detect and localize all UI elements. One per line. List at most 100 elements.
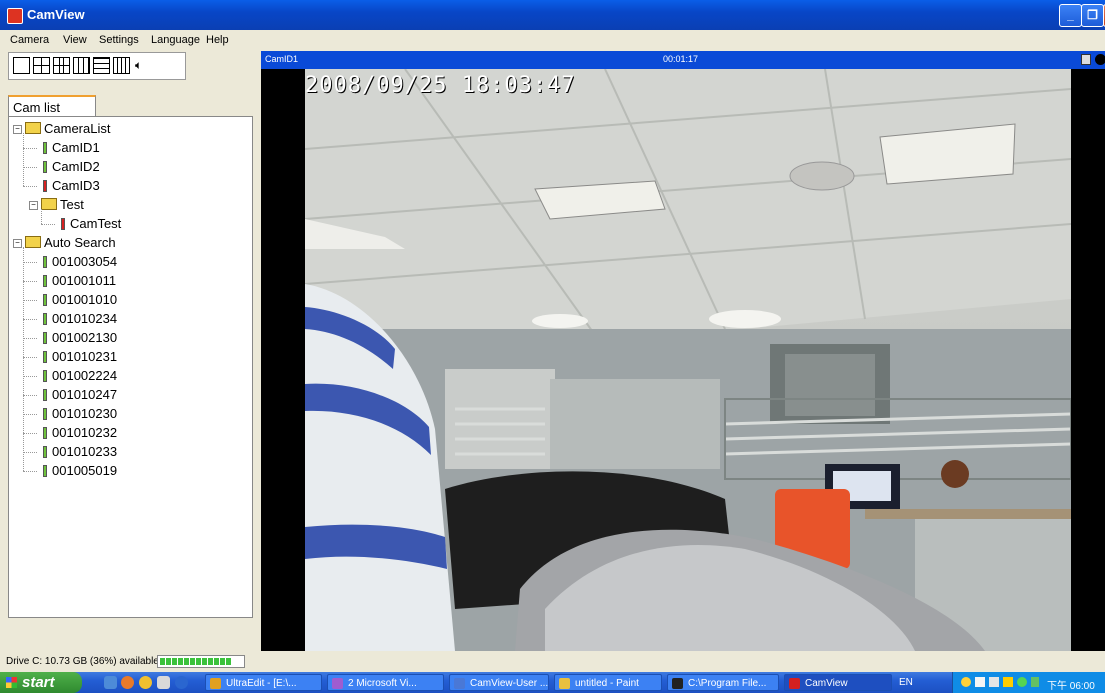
tray-volume-icon[interactable] [1003, 677, 1013, 687]
quicklaunch-icon-3[interactable] [157, 676, 170, 689]
tree-item-camera[interactable]: 001010233 [43, 443, 117, 461]
tree-item-label: CamID1 [52, 140, 100, 155]
snapshot-icon[interactable] [1081, 54, 1091, 65]
tree-expander[interactable]: − [13, 239, 22, 248]
camera-online-icon [43, 332, 47, 344]
camview-app-icon[interactable] [7, 8, 23, 24]
camera-offline-icon [43, 180, 47, 192]
tree-folder-label: Auto Search [44, 235, 116, 250]
tree-item-label: 001002130 [52, 330, 118, 345]
camera-scene [305, 69, 1071, 651]
camera-online-icon [43, 161, 47, 173]
tray-icon-2[interactable] [989, 677, 999, 687]
menu-view[interactable]: View [63, 34, 87, 46]
layout-16-icon[interactable] [113, 57, 130, 74]
task-label: untitled - Paint [575, 678, 639, 689]
folder-icon [41, 198, 57, 210]
tree-connector [23, 452, 37, 453]
taskbar: start UltraEdit - [E:\... 2 Microsoft Vi.… [0, 672, 1105, 693]
tray-mail-icon[interactable] [975, 677, 985, 687]
taskbar-button[interactable]: C:\Program File... [667, 674, 779, 691]
camera-online-icon [43, 427, 47, 439]
tree-item-label: 001010231 [52, 349, 118, 364]
record-icon[interactable] [1095, 54, 1105, 65]
quicklaunch-icon-2[interactable] [139, 676, 152, 689]
layout-6-icon[interactable] [53, 57, 70, 74]
menu-settings[interactable]: Settings [99, 34, 139, 46]
tree-item-camera[interactable]: 001003054 [43, 253, 117, 271]
tree-connector [23, 167, 37, 168]
start-button[interactable]: start [0, 672, 82, 693]
tree-folder[interactable]: Auto Search [25, 234, 116, 252]
tray-icon-1[interactable] [961, 677, 971, 687]
tree-item-camera[interactable]: 001010232 [43, 424, 117, 442]
menu-help[interactable]: Help [206, 34, 229, 46]
tree-connector [41, 209, 42, 224]
camera-online-icon [43, 389, 47, 401]
tree-connector [23, 262, 37, 263]
tree-item-camera[interactable]: 001001011 [43, 272, 116, 290]
tree-expander[interactable]: − [13, 125, 22, 134]
clock[interactable]: 下午 06:00 [1047, 677, 1095, 692]
tree-item-label: CamID2 [52, 159, 100, 174]
tree-item-camera[interactable]: 001005019 [43, 462, 117, 480]
tree-item-label: 001010230 [52, 406, 118, 421]
tree-item-camera[interactable]: CamTest [61, 215, 121, 233]
tree-connector [23, 338, 37, 339]
taskbar-button[interactable]: UltraEdit - [E:\... [205, 674, 322, 691]
tree-item-camera[interactable]: 001001010 [43, 291, 117, 309]
camera-online-icon [43, 294, 47, 306]
task-app-icon [454, 678, 465, 689]
tab-cam-list[interactable]: Cam list [8, 95, 96, 117]
tree-item-camera[interactable]: 001010230 [43, 405, 117, 423]
language-indicator[interactable]: EN [899, 677, 913, 688]
tree-item-camera[interactable]: 001010234 [43, 310, 117, 328]
tree-connector [23, 300, 37, 301]
layout-9-icon[interactable] [73, 57, 90, 74]
tree-item-camera[interactable]: CamID3 [43, 177, 100, 195]
tree-item-camera[interactable]: 001002130 [43, 329, 117, 347]
viewer-header: CamID1 00:01:17 [261, 51, 1105, 69]
taskbar-button[interactable]: CamView-User ... [449, 674, 549, 691]
layout-toolbar: 🔈︎ [8, 52, 186, 80]
quicklaunch-icon[interactable] [104, 676, 117, 689]
camera-online-icon [43, 370, 47, 382]
video-viewer[interactable]: 2008/09/25 18:03:47 [261, 69, 1105, 651]
task-app-icon [672, 678, 683, 689]
tree-expander[interactable]: − [29, 201, 38, 210]
tree-item-label: 001003054 [52, 254, 118, 269]
tree-item-camera[interactable]: CamID2 [43, 158, 100, 176]
taskbar-button[interactable]: 2 Microsoft Vi... [327, 674, 444, 691]
tree-folder[interactable]: CameraList [25, 120, 110, 138]
minimize-button[interactable]: _ [1059, 4, 1082, 27]
layout-1-icon[interactable] [13, 57, 30, 74]
menu-language[interactable]: Language [151, 34, 200, 46]
tree-item-camera[interactable]: 001010247 [43, 386, 117, 404]
tree-item-label: 001010247 [52, 387, 118, 402]
tree-item-camera[interactable]: 001010231 [43, 348, 117, 366]
layout-4-icon[interactable] [33, 57, 50, 74]
camera-online-icon [43, 256, 47, 268]
tree-folder[interactable]: Test [41, 196, 84, 214]
tray-network-icon[interactable] [1031, 677, 1039, 687]
task-app-icon [332, 678, 343, 689]
menu-camera[interactable]: Camera [10, 34, 49, 46]
taskbar-button[interactable]: untitled - Paint [554, 674, 662, 691]
audio-icon[interactable]: 🔈︎ [135, 58, 142, 73]
window-title: CamView [27, 7, 85, 22]
restore-button[interactable]: ❐ [1081, 4, 1104, 27]
taskbar-button[interactable]: CamView [784, 674, 892, 691]
tree-folder-label: Test [60, 197, 84, 212]
tree-item-camera[interactable]: 001002224 [43, 367, 117, 385]
tree-item-camera[interactable]: CamID1 [43, 139, 100, 157]
drive-space-fill [160, 658, 231, 665]
tree-connector [23, 319, 37, 320]
quicklaunch-firefox-icon[interactable] [121, 676, 134, 689]
tree-connector [23, 186, 37, 187]
tray-security-icon[interactable] [1017, 677, 1027, 687]
layout-13-icon[interactable] [93, 57, 110, 74]
quicklaunch-ie-icon[interactable] [175, 676, 188, 689]
tree-connector [23, 395, 37, 396]
camera-online-icon [43, 465, 47, 477]
camera-online-icon [43, 142, 47, 154]
